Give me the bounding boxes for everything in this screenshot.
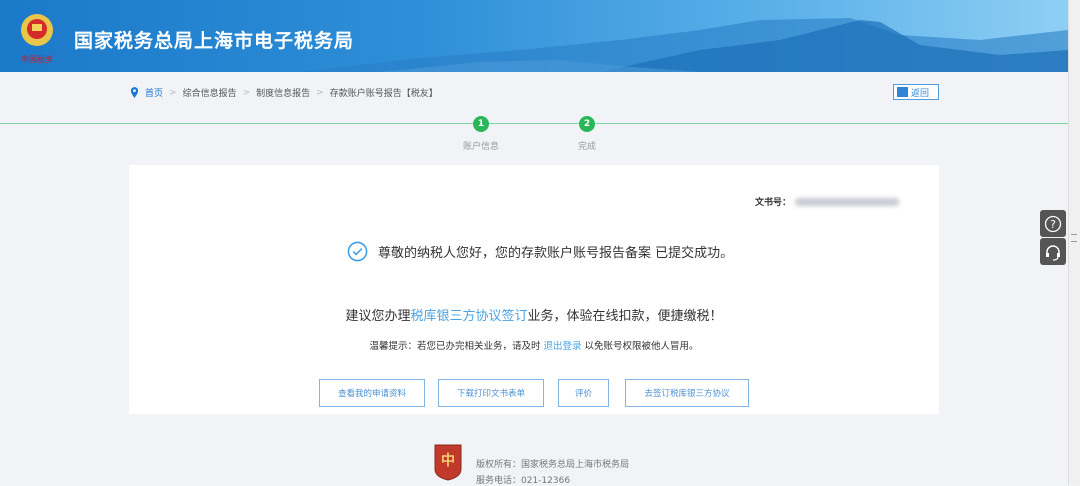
suggest-text: 建议您办理 [345, 309, 411, 324]
step-1-label: 账户信息 [462, 142, 500, 152]
footer-phone: 服务电话：021-12366 [476, 476, 571, 486]
headset-icon [1046, 244, 1060, 261]
vertical-scrollbar[interactable] [1068, 0, 1080, 485]
breadcrumb-separator: > [316, 87, 324, 98]
tip-text: 温馨提示：若您已办完相关业务，请及时 [369, 341, 544, 352]
suggestion: 建议您办理税库银三方协议签订业务，体验在线扣款，便捷缴税！ [129, 305, 939, 324]
result-card: 文书号： 尊敬的纳税人您好，您的存款账户账号报告备案 已提交成功。 建议您办理税… [129, 165, 939, 414]
document-number: 文书号： [755, 195, 899, 208]
download-print-button[interactable]: 下载打印文书表单 [438, 379, 544, 407]
location-pin-icon [130, 87, 139, 98]
site-header: 中国税务 国家税务总局上海市电子税务局 [0, 0, 1068, 72]
breadcrumb-current: 存款账户账号报告【税友】 [329, 89, 438, 99]
suggest-text: 业务，体验在线扣款，便捷缴税！ [527, 309, 723, 324]
success-message: 尊敬的纳税人您好，您的存款账户账号报告备案 已提交成功。 [347, 241, 733, 262]
customer-service-button[interactable] [1040, 238, 1066, 265]
warm-tip: 温馨提示：若您已办完相关业务，请及时 退出登录 以免账号权限被他人冒用。 [129, 338, 939, 352]
question-icon: ? [1044, 215, 1062, 232]
breadcrumb-item[interactable]: 综合信息报告 [183, 86, 237, 99]
breadcrumb-separator: > [242, 87, 251, 98]
step-1: 1 [473, 116, 489, 132]
sign-agreement-button[interactable]: 去签订税库银三方协议 [625, 379, 749, 407]
help-button[interactable]: ? [1040, 210, 1066, 237]
breadcrumb-item[interactable]: 制度信息报告 [256, 86, 310, 99]
breadcrumb: 首页 > 综合信息报告 > 制度信息报告 > 存款账户账号报告【税友】 [130, 86, 438, 99]
svg-text:?: ? [1050, 218, 1056, 231]
svg-text:中国税务: 中国税务 [21, 54, 53, 64]
svg-text:中: 中 [441, 452, 455, 469]
view-application-button[interactable]: 查看我的申请资料 [319, 379, 425, 407]
back-icon [897, 87, 908, 97]
back-button[interactable]: 返回 [893, 84, 939, 100]
success-text: 尊敬的纳税人您好，您的存款账户账号报告备案 已提交成功。 [378, 246, 734, 261]
back-label: 返回 [911, 88, 930, 99]
rate-button[interactable]: 评价 [558, 379, 609, 407]
doc-number-label: 文书号： [754, 198, 791, 208]
scrollbar-grip[interactable] [1071, 234, 1077, 242]
step-2-label: 完成 [577, 142, 597, 152]
step-2: 2 [579, 116, 595, 132]
breadcrumb-separator: > [169, 87, 177, 98]
site-title: 国家税务总局上海市电子税务局 [74, 30, 355, 52]
footer-tax-logo: 中 [434, 444, 462, 481]
breadcrumb-home[interactable]: 首页 [145, 86, 163, 99]
progress-line [0, 123, 1068, 124]
doc-number-redacted [795, 197, 899, 206]
tax-emblem-logo: 中国税务 [21, 14, 53, 64]
check-circle-icon [347, 241, 368, 262]
logout-link[interactable]: 退出登录 [543, 341, 581, 352]
tip-text: 以免账号权限被他人冒用。 [581, 341, 699, 352]
footer-copyright: 版权所有：国家税务总局上海市税务局 [476, 460, 630, 470]
tripartite-agreement-link[interactable]: 税库银三方协议签订 [410, 309, 527, 324]
